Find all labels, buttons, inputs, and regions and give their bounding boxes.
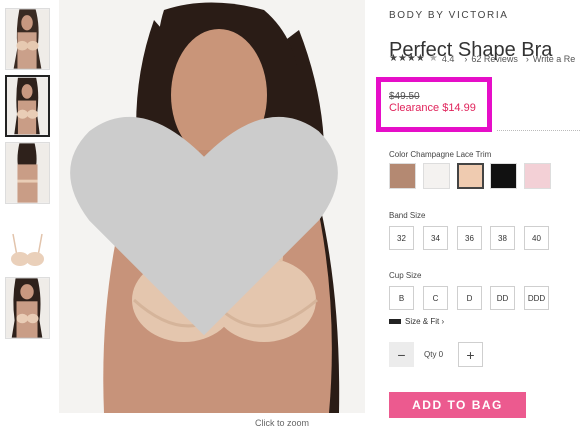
color-label: Color Champagne Lace Trim xyxy=(389,150,492,159)
quantity-decrease-button[interactable]: − xyxy=(389,342,414,367)
size-fit-link[interactable]: Size & Fit › xyxy=(389,317,444,326)
model-back-thumb-icon xyxy=(6,143,49,203)
thumbnail-3[interactable] xyxy=(5,142,50,204)
thumbnail-5[interactable] xyxy=(5,277,50,339)
cup-size-ddd[interactable]: DDD xyxy=(524,286,549,310)
band-size-36[interactable]: 36 xyxy=(457,226,482,250)
white-swatch[interactable] xyxy=(423,163,450,189)
cup-size-dd[interactable]: DD xyxy=(490,286,515,310)
band-size-40[interactable]: 40 xyxy=(524,226,549,250)
cup-size-label: Cup Size xyxy=(389,271,422,280)
ruler-icon xyxy=(389,319,401,324)
divider xyxy=(497,130,580,131)
add-to-bag-button[interactable]: ADD TO BAG xyxy=(389,392,526,418)
model-photo-thumb-icon xyxy=(7,77,48,135)
thumbnail-2[interactable] xyxy=(5,75,50,137)
mocha-swatch[interactable] xyxy=(389,163,416,189)
band-size-34[interactable]: 34 xyxy=(423,226,448,250)
original-price: $49.50 xyxy=(389,91,420,102)
thumbnail-1[interactable] xyxy=(5,8,50,70)
pink-dot-swatch[interactable] xyxy=(524,163,551,189)
write-review-link[interactable]: Write a Re xyxy=(533,54,575,64)
brand-name: BODY BY VICTORIA xyxy=(389,10,509,21)
main-product-image[interactable] xyxy=(59,0,365,413)
chevron-right-icon: › xyxy=(525,53,529,64)
champagne-swatch[interactable] xyxy=(457,163,484,189)
reviews-link[interactable]: 62 Reviews xyxy=(471,54,518,64)
rating-row: ★★★★ ★ 4.4 › 62 Reviews › Write a Re xyxy=(389,53,575,64)
rating-score: 4.4 xyxy=(441,53,455,64)
zoom-caption: Click to zoom xyxy=(255,418,310,428)
half-star-icon: ★ xyxy=(428,53,438,64)
bra-product-thumb-icon xyxy=(5,216,50,278)
band-size-label: Band Size xyxy=(389,211,426,220)
cup-size-c[interactable]: C xyxy=(423,286,448,310)
clearance-price: Clearance $14.99 xyxy=(389,102,476,114)
quantity-increase-button[interactable]: + xyxy=(458,342,483,367)
star-rating-icon: ★★★★ xyxy=(389,53,425,64)
heart-icon[interactable] xyxy=(59,14,357,413)
thumbnail-4[interactable] xyxy=(5,216,50,278)
band-size-32[interactable]: 32 xyxy=(389,226,414,250)
black-swatch[interactable] xyxy=(490,163,517,189)
cup-size-d[interactable]: D xyxy=(457,286,482,310)
cup-size-b[interactable]: B xyxy=(389,286,414,310)
quantity-value: Qty 0 xyxy=(424,350,444,359)
chevron-right-icon: › xyxy=(464,53,468,64)
model-photo-thumb-icon xyxy=(6,9,49,69)
size-fit-label: Size & Fit › xyxy=(405,317,445,326)
band-size-38[interactable]: 38 xyxy=(490,226,515,250)
model-photo-thumb-icon xyxy=(6,278,49,338)
